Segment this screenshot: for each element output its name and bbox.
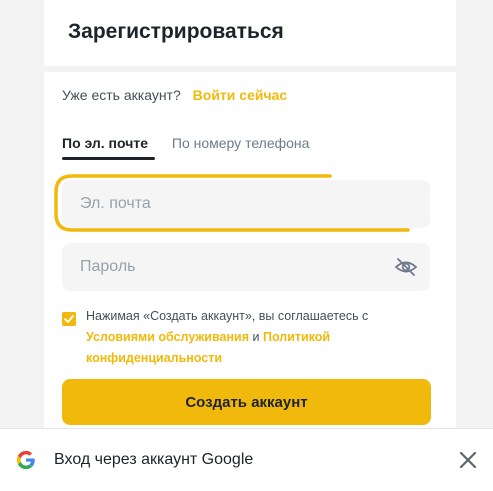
header-divider	[44, 66, 456, 72]
eye-off-icon[interactable]	[394, 255, 418, 279]
login-question: Уже есть аккаунт?	[62, 87, 181, 103]
terms-of-service-link[interactable]: Условиями обслуживания	[86, 330, 249, 344]
email-input[interactable]	[62, 180, 398, 228]
tab-email[interactable]: По эл. почте	[62, 135, 148, 151]
tab-phone[interactable]: По номеру телефона	[172, 135, 310, 151]
signup-method-tabs: По эл. почте По номеру телефона	[62, 135, 309, 151]
terms-conjunction: и	[252, 330, 260, 344]
terms-text: Нажимая «Создать аккаунт», вы соглашаете…	[86, 306, 406, 369]
password-field-container	[62, 243, 430, 291]
google-signin-text: Вход через аккаунт Google	[54, 451, 254, 468]
email-field-container	[62, 180, 430, 228]
password-input[interactable]	[62, 243, 398, 291]
google-signin-prompt[interactable]: Вход через аккаунт Google	[0, 428, 493, 491]
active-tab-indicator	[62, 157, 155, 160]
terms-checkbox[interactable]	[62, 312, 76, 326]
terms-lead-text: Нажимая «Создать аккаунт», вы соглашаете…	[86, 309, 369, 323]
checkmark-icon	[64, 315, 74, 323]
create-account-button[interactable]: Создать аккаунт	[62, 379, 431, 425]
page-title: Зарегистрироваться	[68, 20, 284, 43]
login-now-link[interactable]: Войти сейчас	[193, 87, 288, 103]
login-prompt: Уже есть аккаунт? Войти сейчас	[62, 87, 287, 103]
close-icon[interactable]	[458, 450, 478, 470]
google-logo-icon	[16, 450, 35, 470]
